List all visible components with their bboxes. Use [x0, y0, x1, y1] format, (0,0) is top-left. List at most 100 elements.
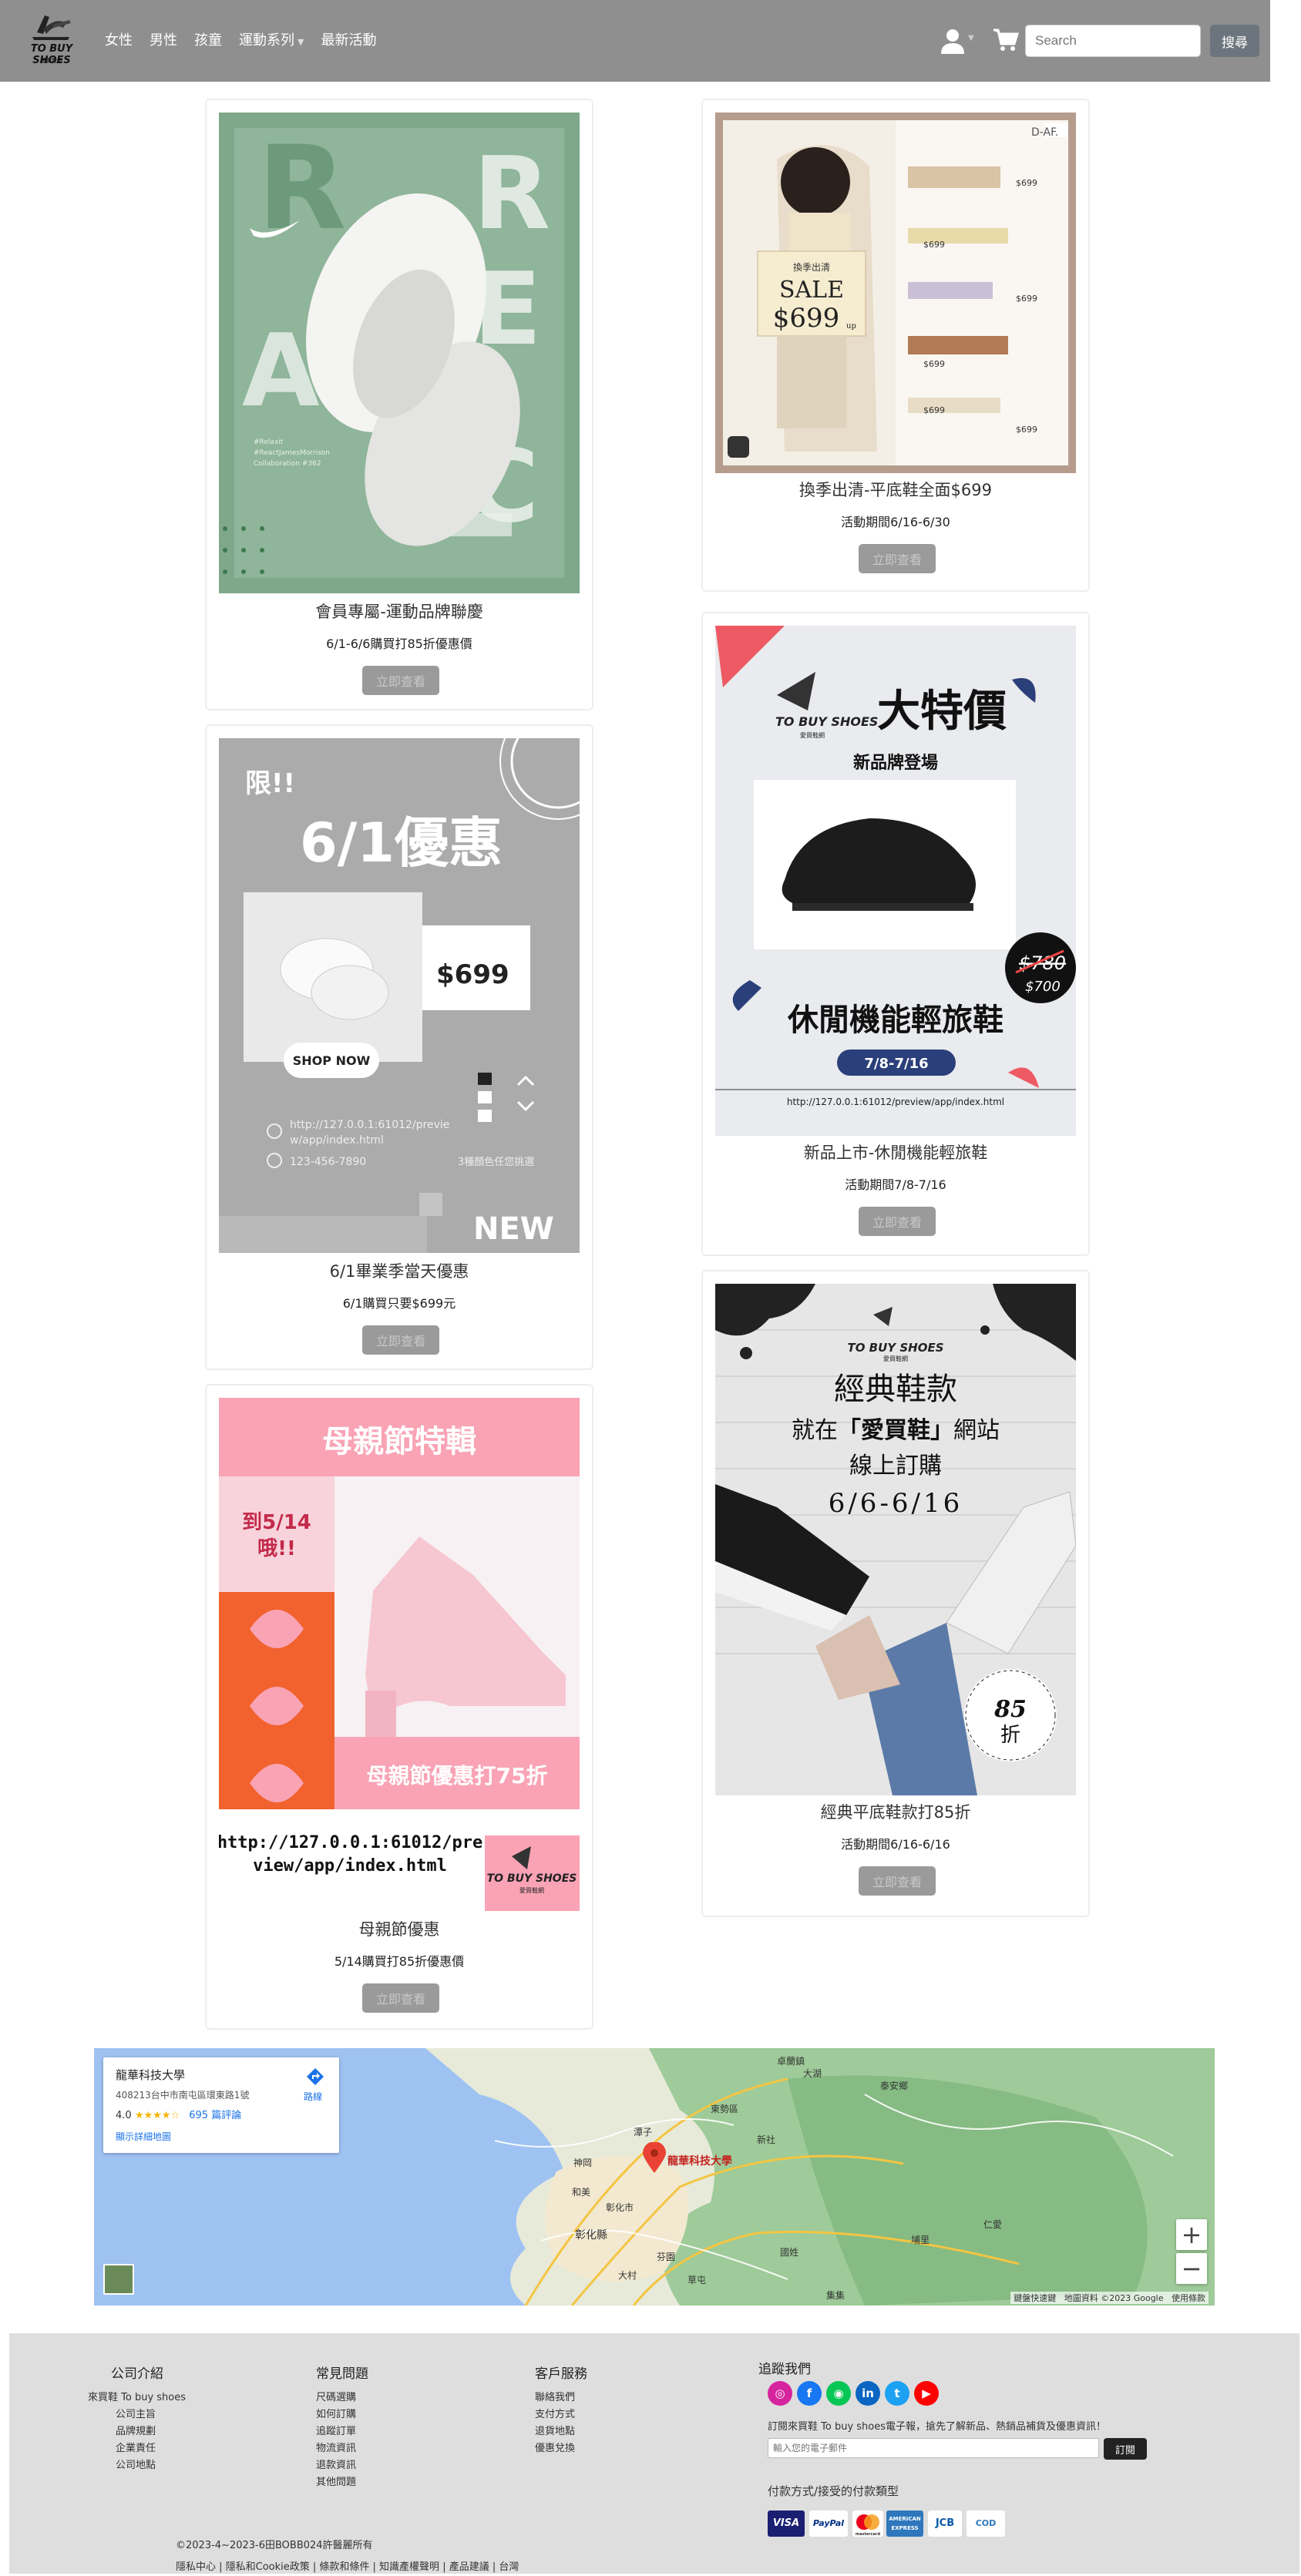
- mastercard-payment-icon: mastercard: [852, 2511, 883, 2537]
- subscribe-text: 訂閱來買鞋 To buy shoes電子報，搶先了解新品、熱銷品補貨及優惠資訊！: [768, 2421, 1107, 2433]
- service-title: 客戶服務: [535, 2366, 587, 2382]
- linkedin-icon[interactable]: in: [856, 2381, 880, 2406]
- facebook-icon[interactable]: f: [797, 2381, 822, 2406]
- subscribe-button[interactable]: 訂閱: [1104, 2438, 1147, 2460]
- faq-link[interactable]: 尺碼選購: [316, 2389, 356, 2403]
- promo-image-sale699[interactable]: 換季出清 SALE $699 up D-AF. $699 $699 $699 $…: [715, 113, 1076, 473]
- map-zoom-out-button[interactable]: −: [1176, 2253, 1207, 2284]
- user-icon[interactable]: [939, 28, 967, 54]
- svg-text:#ReactJamesMorrison: #ReactJamesMorrison: [254, 449, 330, 457]
- promo-image-react[interactable]: R R E A C #Relaxit #ReactJamesMorrison C…: [219, 113, 580, 593]
- faq-link[interactable]: 如何訂購: [316, 2406, 356, 2420]
- svg-text:$699: $699: [773, 303, 840, 334]
- promo-text: 活動期間7/8-7/16: [845, 1177, 946, 1192]
- policy-links[interactable]: 隱私中心 | 隱私和Cookie政策 | 條款和條件 | 知識產權聲明 | 產品…: [176, 2558, 519, 2573]
- view-now-button[interactable]: 立即查看: [362, 1325, 439, 1355]
- nav-link-kids[interactable]: 孩童: [194, 29, 222, 49]
- map-town-label: 潭子: [634, 2127, 653, 2138]
- company-link[interactable]: 企業責任: [116, 2440, 156, 2454]
- svg-text:線上訂購: 線上訂購: [849, 1453, 942, 1479]
- june1-poster: 限!! 6/1優惠 $699 SHOP NOW http://127.0.0.1…: [219, 738, 580, 1253]
- user-menu-caret-icon[interactable]: ▼: [968, 34, 974, 42]
- map-rating: 4.0 ★★★★☆ 695 篇評論: [116, 2107, 241, 2121]
- svg-text:D-AF.: D-AF.: [1031, 126, 1058, 139]
- faq-link[interactable]: 追蹤訂單: [316, 2423, 356, 2437]
- promo-card-classic: TO BUY SHOES 愛買鞋網 經典鞋款 就在「愛買鞋」網站 線上訂購 6/…: [701, 1270, 1090, 1917]
- map-place-card: 龍華科技大學 408213台中市南屯區環東路1號 4.0 ★★★★☆ 695 篇…: [103, 2057, 339, 2153]
- directions-icon[interactable]: [305, 2067, 325, 2087]
- svg-text:http://127.0.0.1:61012/pre: http://127.0.0.1:61012/pre: [219, 1833, 482, 1852]
- map-town-label: 泰安鄉: [880, 2081, 909, 2091]
- promo-text: 活動期間6/16-6/16: [841, 1837, 950, 1852]
- instagram-icon[interactable]: ◎: [768, 2381, 792, 2406]
- nav-link-events[interactable]: 最新活動: [321, 29, 376, 49]
- map-rating-value: 4.0: [116, 2110, 132, 2121]
- svg-text:http://127.0.0.1:61012/previe: http://127.0.0.1:61012/previe: [290, 1119, 449, 1131]
- mothers-poster: 母親節特輯 到5/14 哦!! 母親節優惠打75折 http://127.0.0…: [219, 1398, 580, 1911]
- svg-text:哦!!: 哦!!: [257, 1537, 296, 1560]
- rating-stars-icon: ★★★★☆: [134, 2110, 180, 2121]
- cart-icon[interactable]: [993, 28, 1019, 52]
- view-now-button[interactable]: 立即查看: [859, 544, 936, 573]
- newlaunch-poster: TO BUY SHOES 愛買鞋網 大特價 新品牌登場 $780 $700 休閒…: [715, 626, 1076, 1136]
- svg-text:SHOP NOW: SHOP NOW: [293, 1053, 371, 1068]
- service-link[interactable]: 優惠兌換: [535, 2440, 575, 2454]
- promo-title: 新品上市-休閒機能輕旅鞋: [803, 1144, 988, 1162]
- view-now-button[interactable]: 立即查看: [859, 1207, 936, 1236]
- promo-image-june1[interactable]: 限!! 6/1優惠 $699 SHOP NOW http://127.0.0.1…: [219, 738, 580, 1253]
- promo-title: 換季出清-平底鞋全面$699: [798, 481, 993, 499]
- svg-text:85: 85: [993, 1696, 1027, 1723]
- nav-link-sports-dropdown[interactable]: 運動系列 ▼: [239, 29, 304, 49]
- map-zoom-in-button[interactable]: +: [1176, 2219, 1207, 2250]
- service-link[interactable]: 支付方式: [535, 2406, 575, 2420]
- promo-card-react: R R E A C #Relaxit #ReactJamesMorrison C…: [205, 99, 593, 710]
- company-link[interactable]: 公司地點: [116, 2457, 156, 2471]
- line-icon[interactable]: ◉: [826, 2381, 851, 2406]
- view-now-button[interactable]: 立即查看: [362, 1983, 439, 2013]
- map-reviews-link[interactable]: 695 篇評論: [189, 2110, 241, 2121]
- faq-link[interactable]: 其他問題: [316, 2474, 356, 2488]
- map-town-label: 大湖: [803, 2068, 822, 2079]
- nav-link-women[interactable]: 女性: [105, 29, 133, 49]
- twitter-icon[interactable]: t: [885, 2381, 909, 2406]
- promo-image-classic[interactable]: TO BUY SHOES 愛買鞋網 經典鞋款 就在「愛買鞋」網站 線上訂購 6/…: [715, 1284, 1076, 1795]
- map-larger-link[interactable]: 顯示詳細地圖: [116, 2130, 171, 2143]
- company-link[interactable]: 公司主旨: [116, 2406, 156, 2420]
- svg-text:R: R: [473, 135, 550, 252]
- navbar: TO BUY SHOES 愛買鞋網 女性 男性 孩童 運動系列 ▼ 最新活動 ▼ …: [0, 0, 1270, 82]
- promo-text: 5/14購買打85折優惠價: [334, 1954, 465, 1969]
- nav-link-men[interactable]: 男性: [150, 29, 177, 49]
- service-link[interactable]: 退貨地點: [535, 2423, 575, 2437]
- map-pin-icon[interactable]: [643, 2142, 666, 2173]
- svg-text:$699: $699: [923, 359, 945, 369]
- map-town-label: 芬園: [657, 2252, 676, 2262]
- promo-card-mothers: 母親節特輯 到5/14 哦!! 母親節優惠打75折 http://127.0.0…: [205, 1384, 593, 2030]
- directions-label[interactable]: 路線: [304, 2090, 322, 2103]
- search-button[interactable]: 搜尋: [1210, 25, 1259, 57]
- svg-text:NEW: NEW: [473, 1211, 554, 1247]
- youtube-icon[interactable]: ▶: [914, 2381, 939, 2406]
- promo-image-newlaunch[interactable]: TO BUY SHOES 愛買鞋網 大特價 新品牌登場 $780 $700 休閒…: [715, 626, 1076, 1136]
- react-poster: R R E A C #Relaxit #ReactJamesMorrison C…: [219, 113, 580, 593]
- map-town-label: 國姓: [780, 2247, 799, 2258]
- view-now-button[interactable]: 立即查看: [859, 1866, 936, 1896]
- map-town-label: 彰化市: [606, 2202, 634, 2213]
- company-link[interactable]: 來買鞋 To buy shoes: [88, 2389, 186, 2403]
- search-input[interactable]: [1025, 25, 1201, 57]
- svg-text:$699: $699: [1016, 178, 1037, 188]
- map-town-label: 東勢區: [711, 2104, 739, 2114]
- svg-text:經典鞋款: 經典鞋款: [834, 1372, 957, 1407]
- logo[interactable]: TO BUY SHOES 愛買鞋網: [22, 9, 82, 71]
- view-now-button[interactable]: 立即查看: [362, 666, 439, 695]
- street-view-thumbnail[interactable]: [103, 2264, 134, 2295]
- company-link[interactable]: 品牌規劃: [116, 2423, 156, 2437]
- email-field[interactable]: [768, 2438, 1099, 2458]
- service-link[interactable]: 聯絡我們: [535, 2389, 575, 2403]
- faq-link[interactable]: 退款資訊: [316, 2457, 356, 2471]
- google-map[interactable]: 龍華科技大學 408213台中市南屯區環東路1號 4.0 ★★★★☆ 695 篇…: [94, 2048, 1215, 2306]
- promo-image-mothers[interactable]: 母親節特輯 到5/14 哦!! 母親節優惠打75折 http://127.0.0…: [219, 1398, 580, 1911]
- map-attribution: 鍵盤快速鍵 地圖資料 ©2023 Google 使用條款: [1010, 2292, 1209, 2304]
- faq-link[interactable]: 物流資訊: [316, 2440, 356, 2454]
- logo-mark-icon: [32, 15, 71, 40]
- classic-poster: TO BUY SHOES 愛買鞋網 經典鞋款 就在「愛買鞋」網站 線上訂購 6/…: [715, 1284, 1076, 1795]
